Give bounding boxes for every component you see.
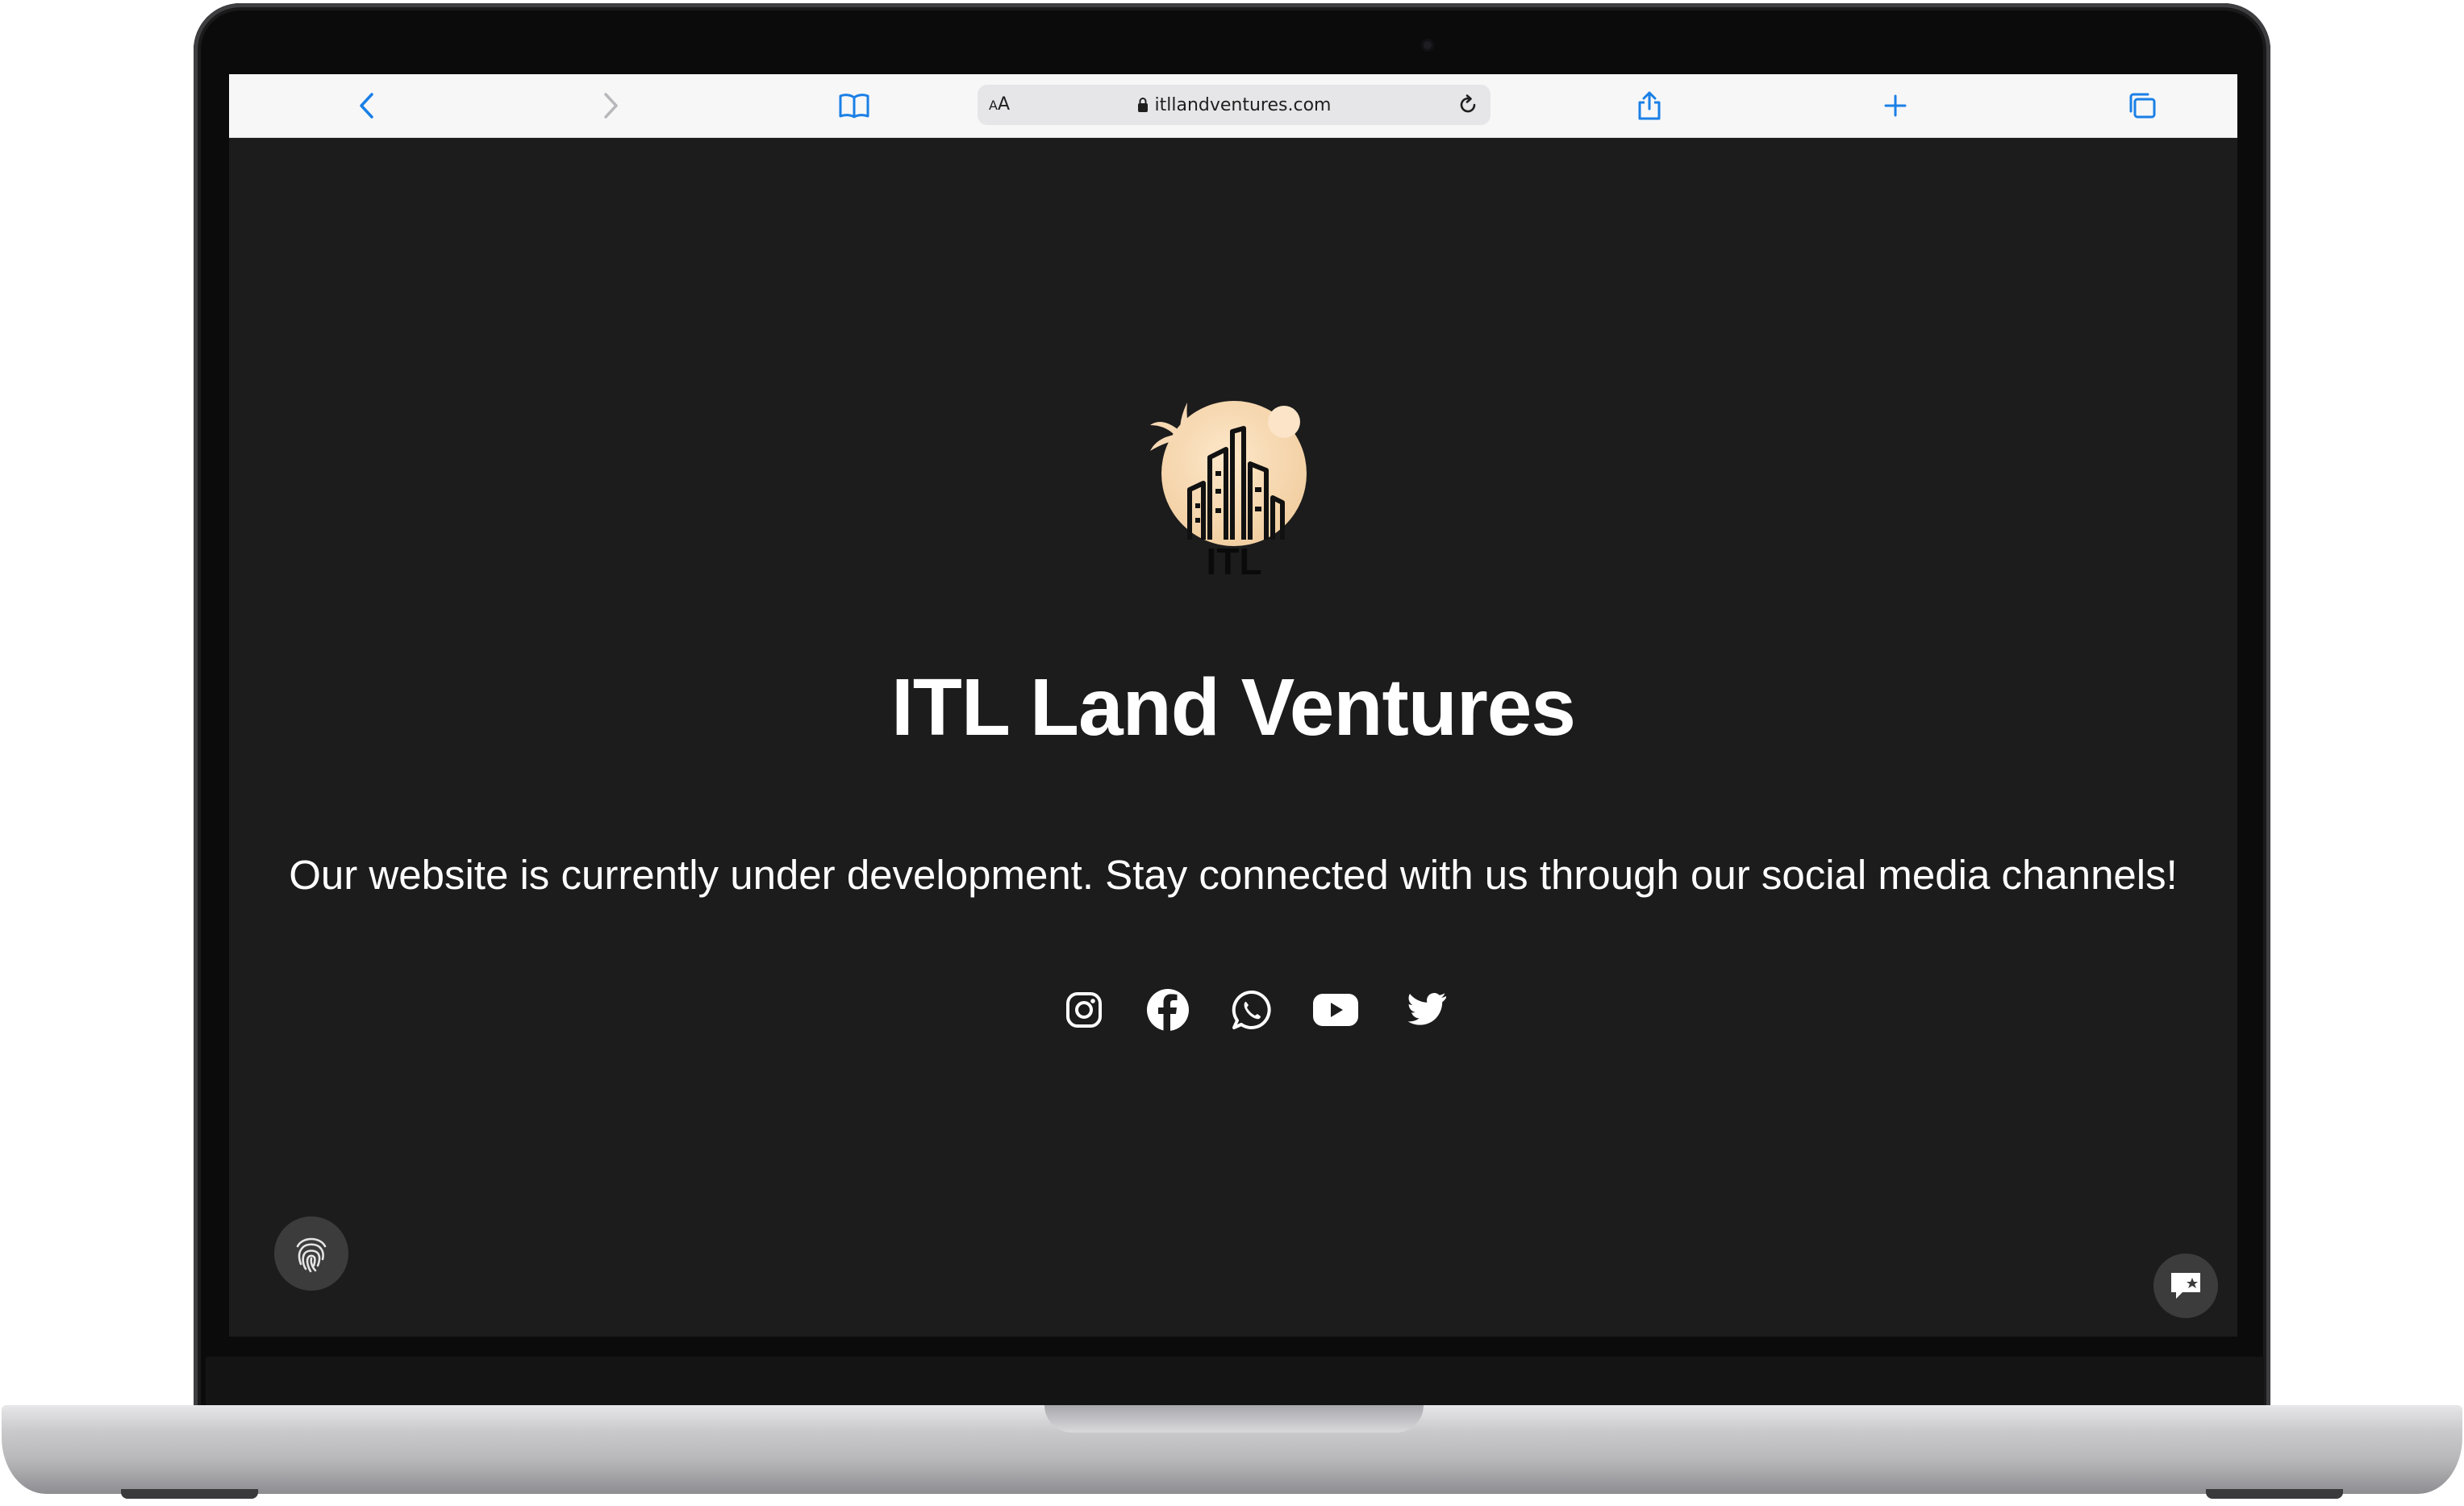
page-subtitle: Our website is currently under developme…	[289, 852, 2178, 898]
book-icon	[839, 94, 869, 119]
social-links	[229, 986, 2237, 1034]
youtube-link[interactable]	[1311, 986, 1360, 1034]
chevron-left-icon	[360, 93, 373, 119]
instagram-icon	[1066, 992, 1102, 1028]
accessibility-button[interactable]	[274, 1216, 348, 1291]
twitter-link[interactable]	[1402, 986, 1450, 1034]
url-text: itllandventures.com	[1154, 94, 1332, 115]
lock-icon	[1137, 98, 1148, 112]
fingerprint-icon	[296, 1237, 327, 1273]
instagram-link[interactable]	[1060, 986, 1108, 1034]
camera	[1421, 39, 1434, 52]
laptop-foot	[121, 1489, 258, 1499]
chat-button[interactable]	[2153, 1254, 2218, 1318]
reload-button[interactable]	[1453, 90, 1482, 119]
browser-toolbar: AA itllandventures.com	[229, 74, 2237, 138]
facebook-icon	[1147, 989, 1189, 1031]
page-title: ITL Land Ventures	[891, 662, 1576, 753]
laptop-foot	[2206, 1489, 2343, 1499]
twitter-icon	[1407, 992, 1446, 1025]
new-tab-button[interactable]	[1879, 90, 1912, 122]
logo-text: ITL	[1207, 540, 1262, 582]
tabs-icon	[2129, 93, 2156, 119]
site-logo: ITL	[1145, 393, 1323, 586]
tabs-overview-button[interactable]	[2126, 90, 2158, 122]
back-button[interactable]	[351, 90, 383, 122]
forward-button[interactable]	[594, 90, 627, 122]
share-button[interactable]	[1633, 90, 1666, 122]
screen: AA itllandventures.com ITL ITL Land Vent…	[229, 74, 2237, 1337]
laptop-bezel-bottom	[206, 1357, 2264, 1407]
whatsapp-link[interactable]	[1228, 986, 1276, 1034]
plus-icon	[1884, 94, 1907, 117]
whatsapp-icon	[1232, 990, 1271, 1029]
chat-icon	[2171, 1273, 2200, 1299]
share-icon	[1638, 91, 1661, 120]
youtube-icon	[1313, 994, 1358, 1026]
bookmarks-button[interactable]	[838, 90, 870, 122]
laptop-notch	[1044, 1405, 1424, 1433]
address-bar[interactable]: AA itllandventures.com	[978, 85, 1490, 125]
reload-icon	[1460, 94, 1476, 113]
chevron-right-icon	[604, 93, 618, 119]
facebook-link[interactable]	[1144, 986, 1192, 1034]
